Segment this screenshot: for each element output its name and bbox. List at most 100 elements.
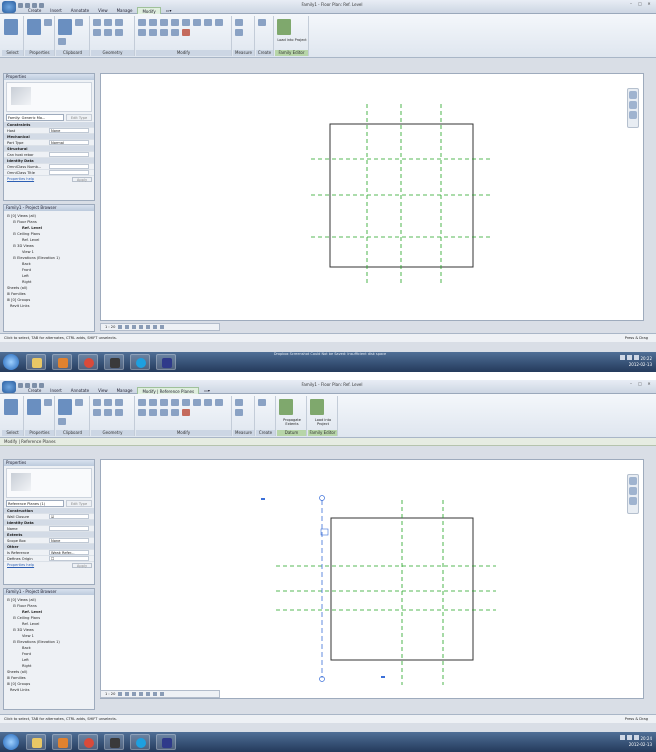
dimension-icon[interactable] <box>235 409 243 416</box>
hide-isolate-icon[interactable] <box>153 325 158 329</box>
tab-annotate[interactable]: Annotate <box>67 387 93 394</box>
offset-icon[interactable] <box>149 399 157 406</box>
load-into-project-icon[interactable] <box>277 19 291 35</box>
array-icon[interactable] <box>149 409 157 416</box>
scale-icon[interactable] <box>160 29 168 36</box>
propagate-extents-icon[interactable] <box>279 399 293 415</box>
tray-icon[interactable] <box>620 355 626 360</box>
pin-icon[interactable] <box>171 29 179 36</box>
shadows-icon[interactable] <box>139 325 144 329</box>
tab-view[interactable]: View <box>94 7 112 14</box>
create-similar-icon[interactable] <box>258 399 266 406</box>
shadows-icon[interactable] <box>139 692 144 696</box>
steering-wheel-icon[interactable] <box>629 91 637 99</box>
volume-icon[interactable] <box>627 735 633 740</box>
reveal-hidden-icon[interactable] <box>160 692 165 696</box>
minimize-icon[interactable]: – <box>628 381 634 386</box>
property-value-field[interactable] <box>49 164 89 169</box>
copy-element-icon[interactable] <box>193 399 201 406</box>
property-value-field[interactable]: Normal <box>49 140 89 145</box>
copy-element-icon[interactable] <box>193 19 201 26</box>
clock-date[interactable]: 2012-02-13 <box>618 362 652 368</box>
tab-view[interactable]: View <box>94 387 112 394</box>
property-value-field[interactable]: ☐ <box>49 556 89 561</box>
view-scale[interactable]: 1 : 20 <box>105 324 115 331</box>
join-icon[interactable] <box>115 399 123 406</box>
maximize-icon[interactable]: □ <box>637 1 643 6</box>
taskbar-skype[interactable] <box>130 734 150 750</box>
start-button[interactable] <box>3 734 19 750</box>
taskbar-explorer[interactable] <box>26 734 46 750</box>
properties-icon[interactable] <box>27 399 41 415</box>
hide-isolate-icon[interactable] <box>153 692 158 696</box>
tab-manage[interactable]: Manage <box>113 7 137 14</box>
zoom-icon[interactable] <box>629 487 637 495</box>
type-properties-icon[interactable] <box>44 399 52 406</box>
extrusion-outline[interactable] <box>330 517 474 661</box>
properties-icon[interactable] <box>27 19 41 35</box>
type-properties-icon[interactable] <box>44 19 52 26</box>
taskbar-media-player[interactable] <box>52 734 72 750</box>
array-icon[interactable] <box>149 29 157 36</box>
visual-style-icon[interactable] <box>125 325 130 329</box>
property-value-field[interactable]: None <box>49 538 89 543</box>
edit-type-button[interactable]: Edit Type <box>66 500 92 507</box>
apply-button[interactable]: Apply <box>72 563 92 568</box>
view-scale[interactable]: 1 : 20 <box>105 691 115 698</box>
zoom-icon[interactable] <box>629 101 637 109</box>
property-value-field[interactable]: Weak Refer... <box>49 550 89 555</box>
application-menu-button[interactable] <box>2 1 16 13</box>
taskbar-explorer[interactable] <box>26 354 46 370</box>
taskbar-revit[interactable] <box>156 734 176 750</box>
cut-geometry-icon[interactable] <box>104 19 112 26</box>
tab-modify[interactable]: Modify <box>137 7 161 14</box>
trim-icon[interactable] <box>215 19 223 26</box>
crop-icon[interactable] <box>146 325 151 329</box>
mirror-pick-icon[interactable] <box>160 399 168 406</box>
close-icon[interactable]: ✕ <box>646 1 652 6</box>
split-face-icon[interactable] <box>104 29 112 36</box>
press-drag-toggle[interactable]: Press & Drag <box>625 334 648 342</box>
dimension-icon[interactable] <box>235 29 243 36</box>
pin-icon[interactable] <box>171 409 179 416</box>
maximize-icon[interactable]: □ <box>637 381 643 386</box>
paste-icon[interactable] <box>58 19 72 35</box>
temp-dimension-marker[interactable] <box>261 498 265 500</box>
cut-icon[interactable] <box>75 399 83 406</box>
browser-item[interactable]: Revit Links <box>4 687 94 693</box>
press-drag-toggle[interactable]: Press & Drag <box>625 715 648 723</box>
wall-join-icon[interactable] <box>93 29 101 36</box>
property-value-field[interactable] <box>49 170 89 175</box>
floor-plan-drawing[interactable] <box>101 460 645 700</box>
tab-minimize-ribbon[interactable]: ▭▾ <box>200 387 214 394</box>
measure-icon[interactable] <box>235 19 243 26</box>
cut-icon[interactable] <box>75 19 83 26</box>
measure-icon[interactable] <box>235 399 243 406</box>
move-icon[interactable] <box>182 19 190 26</box>
floor-plan-drawing[interactable] <box>101 74 645 322</box>
start-button[interactable] <box>3 354 19 370</box>
open-icon[interactable] <box>18 383 23 388</box>
taskbar-media-player[interactable] <box>52 354 72 370</box>
taskbar-chrome[interactable] <box>78 354 98 370</box>
mirror-draw-icon[interactable] <box>171 19 179 26</box>
browser-item[interactable]: Revit Links <box>4 303 94 309</box>
tab-insert[interactable]: Insert <box>46 7 65 14</box>
split-icon[interactable] <box>138 29 146 36</box>
create-similar-icon[interactable] <box>258 19 266 26</box>
mirror-draw-icon[interactable] <box>171 399 179 406</box>
tray-icon[interactable] <box>620 735 626 740</box>
type-selector-dropdown[interactable]: Family: Generic Mo... <box>6 114 64 121</box>
visual-style-icon[interactable] <box>125 692 130 696</box>
modify-cursor-icon[interactable] <box>4 399 18 415</box>
property-value-field[interactable]: ☑ <box>49 514 89 519</box>
tab-modify-reference-planes[interactable]: Modify | Reference Planes <box>137 387 200 394</box>
extrusion-outline[interactable] <box>329 123 474 268</box>
paint-icon[interactable] <box>115 409 123 416</box>
detail-level-icon[interactable] <box>118 325 123 329</box>
network-icon[interactable] <box>634 735 640 740</box>
split-face-icon[interactable] <box>104 409 112 416</box>
open-icon[interactable] <box>18 3 23 8</box>
tab-annotate[interactable]: Annotate <box>67 7 93 14</box>
cope-icon[interactable] <box>93 399 101 406</box>
